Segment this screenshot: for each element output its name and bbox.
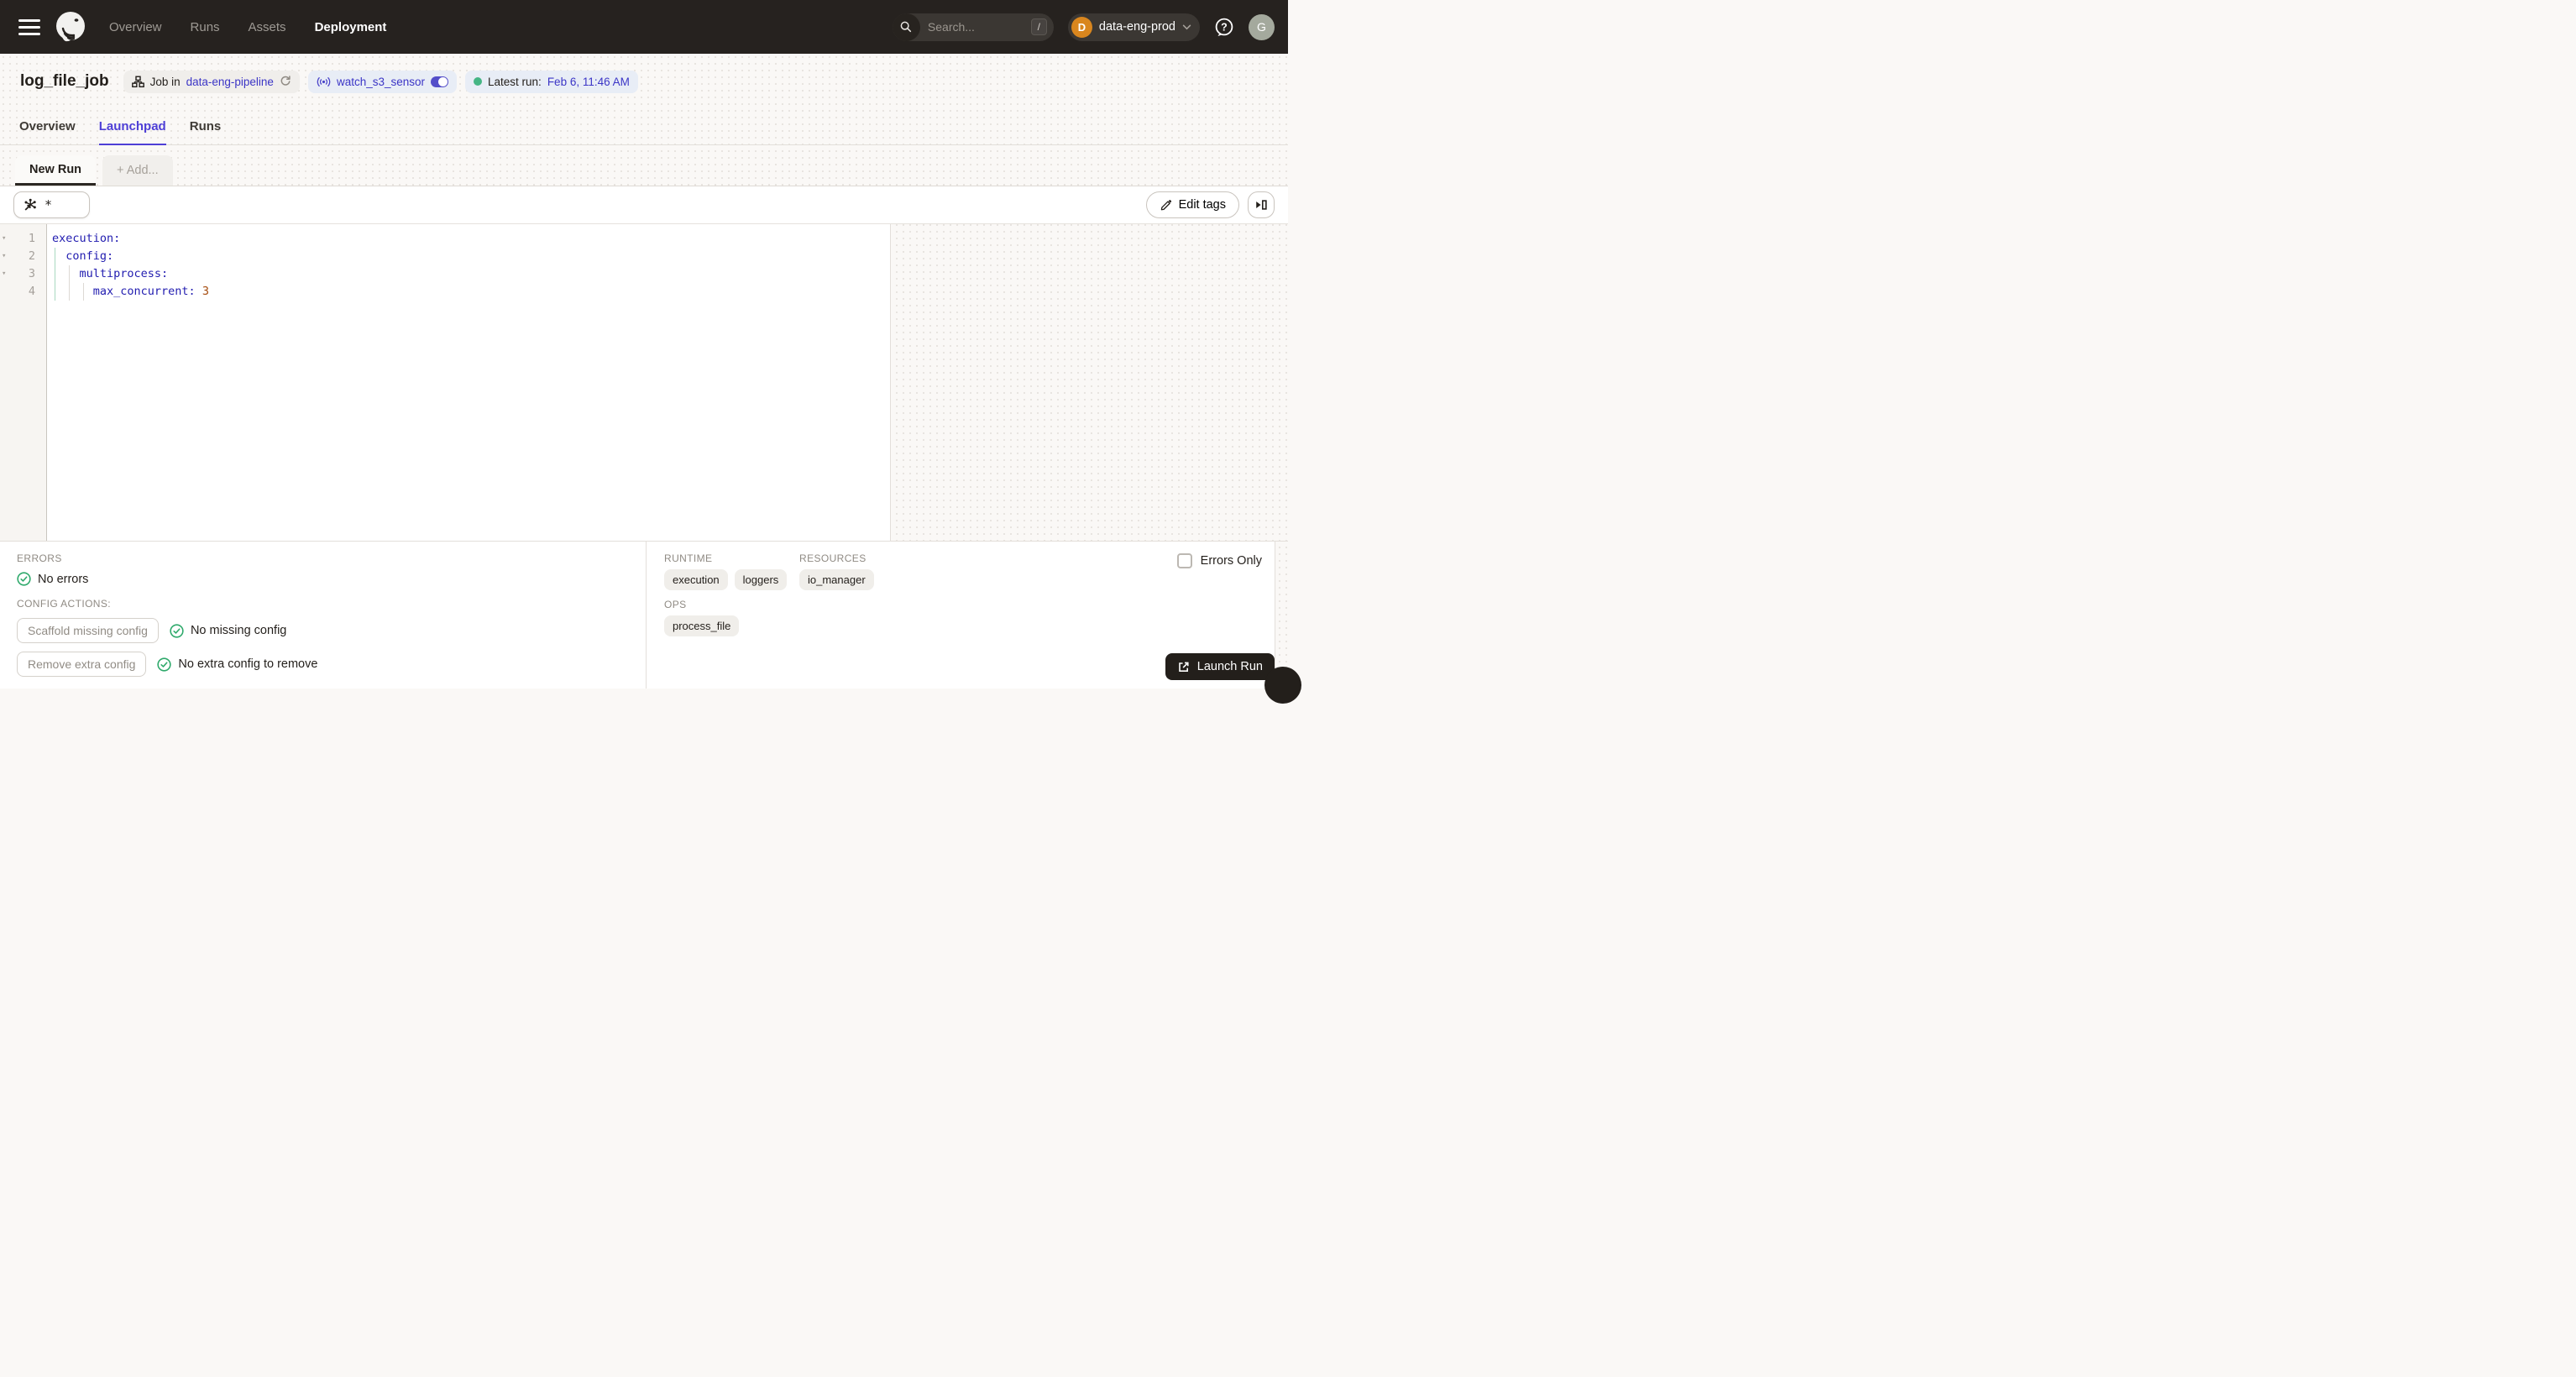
toolbar-right-group: Edit tags — [1145, 191, 1275, 218]
primary-nav: Overview Runs Assets Deployment — [109, 20, 386, 34]
op-selector-value: * — [45, 197, 53, 212]
remove-config-button[interactable]: Remove extra config — [17, 652, 147, 677]
launchpad-page: Overview Runs Assets Deployment Search..… — [0, 0, 1301, 704]
top-nav: Overview Runs Assets Deployment Search..… — [0, 0, 1288, 54]
search-shortcut-key: / — [1030, 18, 1047, 35]
bottom-panel: ERRORS No errors CONFIG ACTIONS: Scaffol… — [0, 541, 1288, 688]
job-tabs: Overview Launchpad Runs — [0, 109, 1288, 145]
op-chip: process_file — [664, 615, 740, 636]
search-placeholder: Search... — [927, 20, 975, 34]
tab-launchpad[interactable]: Launchpad — [98, 109, 166, 145]
nav-overview[interactable]: Overview — [109, 20, 162, 34]
menu-icon[interactable] — [18, 18, 40, 35]
nav-assets[interactable]: Assets — [249, 20, 286, 34]
no-errors-text: No errors — [38, 572, 89, 586]
errors-only-checkbox[interactable] — [1176, 553, 1192, 568]
svg-text:?: ? — [1221, 21, 1228, 33]
dagster-logo-icon[interactable] — [54, 10, 87, 44]
check-circle-icon — [157, 657, 172, 672]
yaml-code-area[interactable]: execution: config: multiprocess: max_con… — [47, 224, 890, 541]
errors-only-label: Errors Only — [1200, 554, 1262, 568]
editor-gutter: ▾ 1 ▾ 2 ▾ 3 4 — [0, 224, 47, 541]
code-line: multiprocess: — [52, 267, 169, 280]
chevron-down-icon — [1182, 24, 1191, 29]
refresh-icon[interactable] — [280, 76, 291, 87]
job-in-label: Job in — [149, 75, 181, 88]
remove-status-text: No extra config to remove — [178, 657, 318, 671]
corner-widget[interactable] — [1264, 667, 1301, 704]
edit-tags-button[interactable]: Edit tags — [1145, 191, 1239, 218]
code-line: max_concurrent: 3 — [52, 285, 209, 298]
latest-run-link[interactable]: Feb 6, 11:46 AM — [547, 76, 630, 88]
errors-panel: ERRORS No errors CONFIG ACTIONS: Scaffol… — [0, 542, 647, 688]
deployment-switcher[interactable]: D data-eng-prod — [1067, 13, 1200, 41]
sensor-toggle[interactable] — [431, 76, 449, 87]
sensor-link[interactable]: watch_s3_sensor — [337, 76, 425, 88]
fold-icon[interactable]: ▾ — [2, 230, 6, 248]
line-number: 3 — [28, 267, 35, 280]
open-panel-icon — [1256, 200, 1267, 210]
sensor-icon — [317, 76, 331, 86]
page-title: log_file_job — [20, 72, 109, 90]
expand-panel-button[interactable] — [1248, 191, 1275, 218]
search-input[interactable]: Search... / — [892, 13, 1054, 41]
help-icon[interactable]: ? — [1214, 17, 1234, 37]
config-editor[interactable]: ▾ 1 ▾ 2 ▾ 3 4 execution: config: multipr… — [0, 224, 891, 541]
header-badges: Job in data-eng-pipeline watch_s3_sensor — [123, 70, 638, 93]
ops-label: OPS — [664, 599, 687, 610]
runtime-chip: execution — [664, 569, 728, 590]
editor-zone: ▾ 1 ▾ 2 ▾ 3 4 execution: config: multipr… — [0, 224, 1288, 541]
check-circle-icon — [17, 572, 31, 586]
scaffold-status-text: No missing config — [190, 624, 287, 637]
op-graph-icon — [24, 198, 36, 211]
user-avatar[interactable]: G — [1249, 13, 1275, 40]
editor-right-background — [891, 224, 1288, 541]
job-header: log_file_job Job in data-eng-pipeline wa… — [0, 54, 1288, 109]
latest-run-badge: Latest run: Feb 6, 11:46 AM — [465, 70, 638, 93]
line-number: 4 — [28, 285, 35, 298]
workflow-icon — [131, 76, 144, 87]
code-line: config: — [52, 249, 114, 263]
config-actions-label: CONFIG ACTIONS: — [17, 598, 112, 610]
launch-run-label: Launch Run — [1196, 660, 1263, 673]
search-icon — [892, 13, 920, 41]
line-number: 2 — [28, 249, 35, 263]
config-tab-add[interactable]: + Add... — [102, 155, 173, 186]
latest-run-label: Latest run: — [488, 75, 542, 88]
runtime-chip: loggers — [734, 569, 788, 590]
runtime-label: RUNTIME — [664, 552, 713, 564]
nav-right-group: Search... / D data-eng-prod ? G — [892, 13, 1275, 41]
config-tab-new-run[interactable]: New Run — [15, 155, 97, 186]
run-status-dot — [474, 77, 483, 86]
launchpad-config-tabs: New Run + Add... — [0, 145, 1288, 186]
nav-deployment[interactable]: Deployment — [315, 20, 387, 34]
deployment-name: data-eng-prod — [1098, 20, 1175, 34]
launch-icon — [1179, 662, 1189, 672]
check-circle-icon — [170, 623, 184, 638]
pipeline-link[interactable]: data-eng-pipeline — [186, 76, 274, 88]
code-line: execution: — [52, 232, 121, 245]
scaffold-config-button[interactable]: Scaffold missing config — [17, 618, 159, 643]
fold-icon[interactable]: ▾ — [2, 248, 6, 265]
pencil-icon — [1160, 199, 1171, 210]
errors-section-label: ERRORS — [17, 552, 62, 564]
tab-overview[interactable]: Overview — [19, 109, 76, 145]
job-location-badge: Job in data-eng-pipeline — [123, 70, 300, 93]
sensor-badge: watch_s3_sensor — [307, 70, 458, 93]
launchpad-toolbar: * Edit tags — [0, 186, 1288, 224]
resource-chip: io_manager — [799, 569, 874, 590]
tab-runs[interactable]: Runs — [190, 109, 222, 145]
deployment-avatar: D — [1071, 16, 1092, 38]
launch-run-button[interactable]: Launch Run — [1165, 653, 1275, 680]
edit-tags-label: Edit tags — [1178, 198, 1226, 212]
line-number: 1 — [28, 232, 35, 245]
nav-runs[interactable]: Runs — [191, 20, 220, 34]
fold-icon[interactable]: ▾ — [2, 265, 6, 283]
op-selector-button[interactable]: * — [13, 191, 90, 218]
